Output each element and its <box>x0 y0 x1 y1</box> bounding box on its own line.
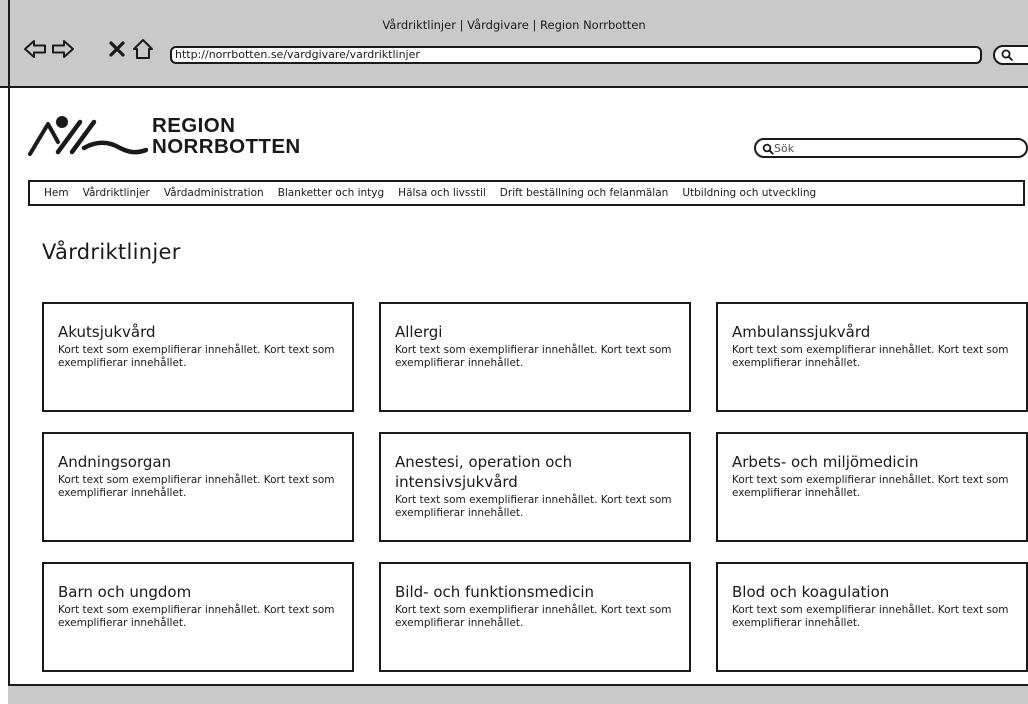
home-icon <box>132 38 154 60</box>
forward-button[interactable] <box>50 37 76 61</box>
home-button[interactable] <box>130 37 156 61</box>
card-text: Kort text som exemplifierar innehållet. … <box>58 474 335 499</box>
nav-item-halsa-och-livsstil[interactable]: Hälsa och livsstil <box>398 187 486 199</box>
card-allergi[interactable]: Allergi Kort text som exemplifierar inne… <box>379 302 691 412</box>
card-title: Ambulanssjukvård <box>732 323 871 341</box>
card-ambulanssjukvard[interactable]: Ambulanssjukvård Kort text som exemplifi… <box>716 302 1028 412</box>
browser-search-button[interactable] <box>993 45 1028 65</box>
nav-item-blanketter-och-intyg[interactable]: Blanketter och intyg <box>278 187 384 199</box>
nav-item-vardriktlinjer[interactable]: Vårdriktlinjer <box>83 187 150 199</box>
card-title: Allergi <box>395 323 443 341</box>
forward-arrow-icon <box>51 39 75 59</box>
card-text: Kort text som exemplifierar innehållet. … <box>395 344 672 369</box>
site-search-input[interactable] <box>774 141 1014 155</box>
nav-item-vardadministration[interactable]: Vårdadministration <box>164 187 264 199</box>
back-button[interactable] <box>22 37 48 61</box>
card-akutsjukvard[interactable]: Akutsjukvård Kort text som exemplifierar… <box>42 302 354 412</box>
page-title: Vårdriktlinjer <box>42 240 181 264</box>
url-bar[interactable]: http://norrbotten.se/vardgivare/vardrikt… <box>170 46 982 64</box>
stop-button[interactable] <box>104 37 130 61</box>
card-title: Bild- och funktionsmedicin <box>395 583 595 601</box>
close-icon <box>109 41 125 57</box>
window-title: Vårdriktlinjer | Vårdgivare | Region Nor… <box>382 18 646 32</box>
main-navigation: Hem Vårdriktlinjer Vårdadministration Bl… <box>28 180 1025 206</box>
card-title: Arbets- och miljömedicin <box>732 453 919 471</box>
nav-item-hem[interactable]: Hem <box>44 187 69 199</box>
card-text: Kort text som exemplifierar innehållet. … <box>395 494 672 519</box>
card-title: Andningsorgan <box>58 453 172 471</box>
card-arbets-och-miljomedicin[interactable]: Arbets- och miljömedicin Kort text som e… <box>716 432 1028 542</box>
card-title: Blod och koagulation <box>732 583 890 601</box>
card-text: Kort text som exemplifierar innehållet. … <box>732 474 1009 499</box>
card-text: Kort text som exemplifierar innehållet. … <box>732 344 1009 369</box>
card-text: Kort text som exemplifierar innehållet. … <box>395 604 672 629</box>
site-logo[interactable]: REGION NORRBOTTEN <box>28 112 301 162</box>
card-andningsorgan[interactable]: Andningsorgan Kort text som exemplifiera… <box>42 432 354 542</box>
browser-chrome: Vårdriktlinjer | Vårdgivare | Region Nor… <box>0 0 1028 88</box>
card-blod-och-koagulation[interactable]: Blod och koagulation Kort text som exemp… <box>716 562 1028 672</box>
card-barn-och-ungdom[interactable]: Barn och ungdom Kort text som exemplifie… <box>42 562 354 672</box>
status-bar <box>8 684 1028 704</box>
logo-text-norrbotten: NORRBOTTEN <box>152 135 301 158</box>
card-title: Barn och ungdom <box>58 583 192 601</box>
nav-item-utbildning-och-utveckling[interactable]: Utbildning och utveckling <box>682 187 816 199</box>
card-bild-och-funktionsmedicin[interactable]: Bild- och funktionsmedicin Kort text som… <box>379 562 691 672</box>
card-title: Akutsjukvård <box>58 323 156 341</box>
card-text: Kort text som exemplifierar innehållet. … <box>732 604 1009 629</box>
site-search-box[interactable] <box>754 138 1028 158</box>
card-title: Anestesi, operation och intensivsjukvård <box>395 453 573 491</box>
card-text: Kort text som exemplifierar innehållet. … <box>58 604 335 629</box>
card-text: Kort text som exemplifierar innehållet. … <box>58 344 335 369</box>
nav-item-drift-bestallning[interactable]: Drift beställning och felanmälan <box>500 187 669 199</box>
logo-text-region: REGION <box>152 114 236 137</box>
back-arrow-icon <box>23 39 47 59</box>
card-anestesi[interactable]: Anestesi, operation och intensivsjukvård… <box>379 432 691 542</box>
